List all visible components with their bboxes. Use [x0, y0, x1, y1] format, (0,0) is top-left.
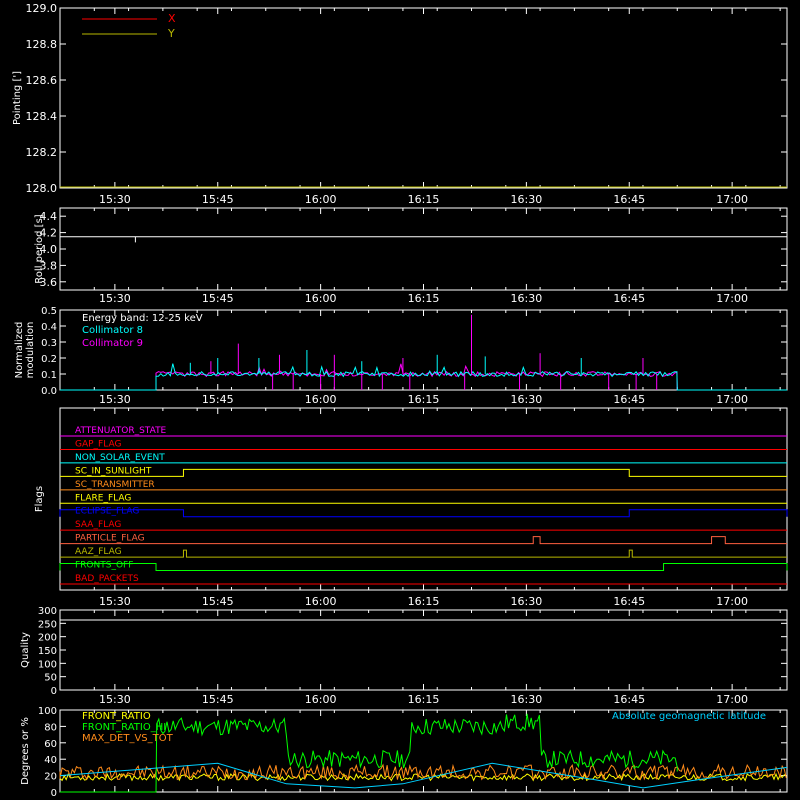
legend-collimator-9: Collimator 9: [82, 338, 143, 349]
stix-quicklook-figure: 128.0 128.2 128.4 128.6 128.8 129.0 15:30 15:45…: [0, 0, 800, 800]
legend-x-label: X: [168, 12, 176, 25]
y-tick-label: 0.3: [41, 338, 57, 349]
x-tick-label: 16:15: [408, 0, 440, 3]
x-tick-label: 16:30: [511, 0, 543, 3]
x-tick-label: 16:15: [408, 595, 440, 608]
y-tick-label: 0: [51, 686, 57, 697]
y-tick-label: 128.6: [26, 74, 58, 87]
flag-label: NON_SOLAR_EVENT: [75, 453, 165, 463]
x-tick-label: 16:45: [613, 292, 645, 305]
y-tick-label: 0.2: [41, 354, 57, 365]
x-tick-label: 15:45: [202, 193, 234, 206]
y-tick-label: 60: [44, 739, 57, 750]
x-tick-label: 17:00: [716, 193, 748, 206]
y-tick-label: 129.0: [26, 2, 58, 15]
x-tick-label: 17:00: [716, 393, 748, 406]
y-axis-label: Flags: [34, 486, 45, 512]
x-tick-label: 16:00: [305, 0, 337, 3]
x-tick-label: 16:45: [613, 693, 645, 706]
x-tick-label: 16:30: [511, 193, 543, 206]
x-tick-label: 17:00: [716, 693, 748, 706]
flag-label: SAA_FLAG: [75, 520, 121, 530]
flag-label: PARTICLE_FLAG: [75, 534, 145, 544]
flag-label: BAD_PACKETS: [75, 574, 139, 584]
x-tick-label: 16:00: [305, 292, 337, 305]
x-tick-label: 15:30: [99, 693, 131, 706]
legend-max-det: MAX_DET_VS_TOT: [82, 733, 174, 744]
x-tick-label: 15:45: [202, 393, 234, 406]
x-tick-label: 16:15: [408, 193, 440, 206]
y-axis-label: modulation: [25, 322, 36, 379]
y-tick-label: 300: [38, 606, 57, 617]
x-tick-label: 17:00: [716, 595, 748, 608]
y-tick-label: 50: [44, 673, 57, 684]
y-tick-label: 250: [38, 619, 57, 630]
y-axis-label: Degrees or %: [20, 717, 31, 785]
x-tick-label: 16:45: [613, 193, 645, 206]
y-axis-label: Quality: [20, 632, 31, 668]
y-tick-label: 128.4: [26, 110, 58, 123]
y-axis-label: Normalized: [14, 322, 25, 379]
x-tick-label: 15:45: [202, 595, 234, 608]
y-tick-label: 0.1: [41, 370, 57, 381]
x-tick-label: 16:30: [511, 595, 543, 608]
flag-label: FLARE_FLAG: [75, 493, 131, 503]
x-tick-label: 16:30: [511, 693, 543, 706]
y-tick-label: 40: [44, 755, 57, 766]
x-tick-label: 16:15: [408, 292, 440, 305]
y-tick-label: 0.0: [41, 386, 57, 397]
y-tick-label: 20: [44, 772, 57, 783]
x-tick-label: 16:00: [305, 595, 337, 608]
y-tick-label: 100: [38, 659, 57, 670]
flag-label: GAP_FLAG: [75, 439, 121, 449]
x-tick-label: 17:00: [716, 0, 748, 3]
x-tick-label: 17:00: [716, 292, 748, 305]
x-tick-label: 16:15: [408, 393, 440, 406]
x-tick-label: 16:00: [305, 693, 337, 706]
y-tick-label: 128.2: [26, 146, 58, 159]
x-tick-label: 16:30: [511, 393, 543, 406]
y-tick-label: 150: [38, 646, 57, 657]
legend-collimator-8: Collimator 8: [82, 325, 143, 336]
x-tick-label: 16:00: [305, 193, 337, 206]
x-tick-label: 15:30: [99, 393, 131, 406]
x-tick-label: 16:00: [305, 393, 337, 406]
legend-front-ratio: FRONT_RATIO: [82, 711, 151, 722]
flag-label: ECLIPSE_FLAG: [75, 507, 139, 517]
x-tick-label: 15:45: [202, 0, 234, 3]
x-tick-label: 15:30: [99, 0, 131, 3]
x-tick-label: 16:45: [613, 595, 645, 608]
y-axis-label: Pointing [']: [12, 71, 23, 125]
y-tick-label: 0.4: [41, 322, 57, 333]
x-tick-label: 15:30: [99, 193, 131, 206]
x-tick-label: 15:45: [202, 292, 234, 305]
y-tick-label: 128.8: [26, 38, 58, 51]
y-tick-label: 128.0: [26, 182, 58, 195]
legend-y-label: Y: [167, 27, 175, 40]
x-tick-label: 15:30: [99, 595, 131, 608]
y-tick-label: 200: [38, 633, 57, 644]
x-tick-label: 16:45: [613, 0, 645, 3]
x-tick-label: 15:30: [99, 292, 131, 305]
modulation-annotation: Energy band: 12-25 keV: [82, 313, 203, 324]
legend-geomag: Absolute geomagnetic latitude: [612, 711, 766, 722]
y-tick-label: 80: [44, 722, 57, 733]
y-axis-label: Roll period [s]: [34, 214, 45, 283]
flag-label: ATTENUATOR_STATE: [75, 426, 167, 436]
flag-label: SC_TRANSMITTER: [75, 480, 155, 490]
flag-label: SC_IN_SUNLIGHT: [75, 466, 152, 476]
y-tick-label: 100: [38, 706, 57, 717]
x-tick-label: 16:30: [511, 292, 543, 305]
flag-label: FRONTS_OFF: [75, 561, 133, 571]
y-tick-label: 0: [51, 788, 57, 799]
flag-label: AAZ_FLAG: [75, 547, 122, 557]
legend-front-ratio-hi: FRONT_RATIO_HI: [82, 722, 166, 733]
x-tick-label: 15:45: [202, 693, 234, 706]
x-tick-label: 16:15: [408, 693, 440, 706]
y-tick-label: 0.5: [41, 306, 57, 317]
x-tick-label: 16:45: [613, 393, 645, 406]
